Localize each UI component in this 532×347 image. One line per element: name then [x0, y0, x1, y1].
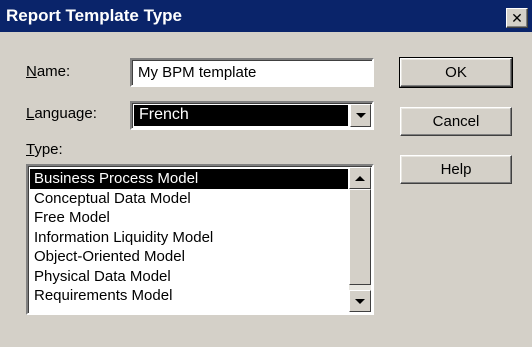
- list-item[interactable]: Free Model: [30, 208, 348, 228]
- list-item[interactable]: Requirements Model: [30, 286, 348, 306]
- chevron-down-icon: [355, 113, 366, 118]
- scroll-down-button[interactable]: [349, 290, 371, 312]
- scroll-up-icon: [355, 175, 365, 181]
- list-item[interactable]: Business Process Model: [30, 169, 348, 189]
- ok-button[interactable]: OK: [399, 57, 513, 88]
- list-item[interactable]: Conceptual Data Model: [30, 189, 348, 209]
- scroll-up-button[interactable]: [349, 167, 371, 189]
- list-item[interactable]: Physical Data Model: [30, 267, 348, 287]
- cancel-button[interactable]: Cancel: [400, 107, 512, 136]
- name-label: Name:: [26, 63, 71, 80]
- list-item[interactable]: Information Liquidity Model: [30, 228, 348, 248]
- dropdown-arrow-button[interactable]: [350, 104, 371, 127]
- language-select[interactable]: French: [130, 101, 374, 130]
- type-list-items: Business Process Model Conceptual Data Mo…: [30, 169, 348, 306]
- help-button[interactable]: Help: [400, 155, 512, 184]
- type-listbox[interactable]: Business Process Model Conceptual Data Mo…: [26, 164, 374, 315]
- scroll-down-icon: [355, 298, 365, 304]
- window-title: Report Template Type: [6, 6, 183, 25]
- close-button[interactable]: ✕: [506, 8, 528, 28]
- scroll-thumb[interactable]: [349, 189, 371, 285]
- name-input[interactable]: My BPM template: [130, 58, 374, 87]
- vertical-scrollbar[interactable]: [349, 167, 371, 312]
- name-input-value: My BPM template: [138, 64, 257, 81]
- title-bar: Report Template Type ✕: [0, 0, 532, 32]
- type-label: Type:: [26, 141, 63, 158]
- language-label: Language:: [26, 105, 97, 122]
- list-item[interactable]: Object-Oriented Model: [30, 247, 348, 267]
- language-selected-value: French: [134, 105, 348, 126]
- close-icon: ✕: [511, 10, 523, 26]
